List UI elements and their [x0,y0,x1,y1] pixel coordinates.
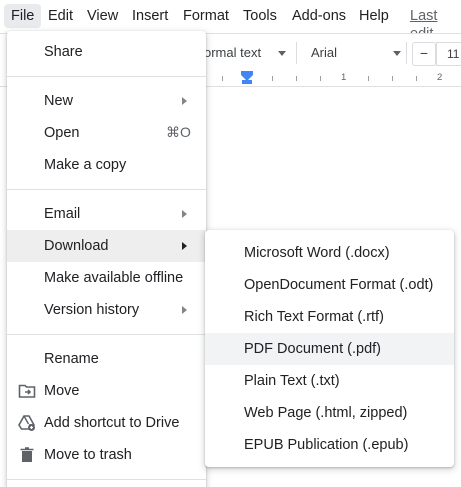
menu-bar: File Edit View Insert Format Tools Add-o… [0,0,461,42]
font-size-input[interactable]: 11 [436,42,461,66]
keyboard-shortcut: ⌘O [166,124,191,140]
menu-item-open[interactable]: Open ⌘O [7,117,206,149]
font-family-select[interactable]: Arial [311,45,337,60]
menu-item-rename[interactable]: Rename [7,343,206,375]
menu-item-label: Make available offline [44,270,184,286]
menu-insert[interactable]: Insert [132,7,168,25]
menu-item-label: Download [44,238,109,254]
menu-item-label: Web Page (.html, zipped) [244,405,408,421]
first-line-indent-icon[interactable] [242,80,252,84]
menu-edit[interactable]: Edit [48,7,73,25]
ruler-tick [296,76,297,81]
chevron-right-icon [182,242,187,250]
menu-file[interactable]: File [4,4,42,28]
move-to-folder-icon [18,384,36,398]
menu-item-label: Rich Text Format (.rtf) [244,309,384,325]
ruler-tick [320,76,321,81]
menu-item-add-shortcut[interactable]: Add shortcut to Drive [7,407,206,439]
menu-item-label: Add shortcut to Drive [44,415,180,431]
menu-item-label: Share [44,44,83,60]
menu-tools[interactable]: Tools [243,7,277,25]
decrease-font-size-button[interactable]: − [412,42,436,66]
toolbar-divider [406,42,407,64]
download-submenu: Microsoft Word (.docx) OpenDocument Form… [205,230,454,467]
trash-icon [20,447,34,462]
menu-divider [7,334,206,335]
ruler-tick [368,76,369,81]
paragraph-style-select[interactable]: ormal text [204,45,261,60]
menu-item-label: Make a copy [44,157,127,173]
chevron-right-icon [182,210,187,218]
menu-addons[interactable]: Add-ons [292,7,346,25]
menu-divider [7,189,206,190]
menu-item-label: EPUB Publication (.epub) [244,437,409,453]
chevron-down-icon [278,51,286,56]
menu-divider [7,76,206,77]
menu-help[interactable]: Help [359,7,389,25]
menu-item-label: Microsoft Word (.docx) [244,245,390,261]
download-option-rtf[interactable]: Rich Text Format (.rtf) [205,301,454,333]
file-menu: Share New Open ⌘O Make a copy Email Down… [7,31,206,487]
download-option-epub[interactable]: EPUB Publication (.epub) [205,429,454,461]
ruler-label: 1 [341,72,347,83]
drive-shortcut-icon [18,415,35,431]
menu-item-move[interactable]: Move [7,375,206,407]
menu-item-share[interactable]: Share [7,36,206,68]
menu-item-new[interactable]: New [7,85,206,117]
ruler-tick [392,76,393,81]
menu-item-label: Open [44,125,80,141]
chevron-down-icon [393,51,401,56]
menu-item-label: Move [44,383,80,399]
download-option-docx[interactable]: Microsoft Word (.docx) [205,237,454,269]
download-option-html[interactable]: Web Page (.html, zipped) [205,397,454,429]
chevron-right-icon [182,306,187,314]
download-option-pdf[interactable]: PDF Document (.pdf) [205,333,454,365]
download-option-odt[interactable]: OpenDocument Format (.odt) [205,269,454,301]
ruler-label: 2 [437,72,443,83]
menu-item-move-trash[interactable]: Move to trash [7,439,206,471]
chevron-right-icon [182,97,187,105]
ruler-tick [416,76,417,81]
menu-item-label: Email [44,206,81,222]
menu-item-label: OpenDocument Format (.odt) [244,277,434,293]
menu-item-label: PDF Document (.pdf) [244,341,381,357]
menu-view[interactable]: View [87,7,118,25]
menu-item-download[interactable]: Download [7,230,206,262]
download-option-txt[interactable]: Plain Text (.txt) [205,365,454,397]
menu-item-label: New [44,93,74,109]
menu-item-label: Version history [44,302,140,318]
menu-item-make-offline[interactable]: Make available offline [7,262,206,294]
menu-item-email[interactable]: Email [7,198,206,230]
menu-format[interactable]: Format [183,7,229,25]
menu-item-version-history[interactable]: Version history [7,294,206,326]
menu-divider [7,479,206,480]
ruler-tick [222,76,223,81]
menu-item-label: Move to trash [44,447,132,463]
ruler-tick [272,76,273,81]
menu-item-label: Plain Text (.txt) [244,373,340,389]
toolbar-divider [296,42,297,64]
menu-item-make-copy[interactable]: Make a copy [7,149,206,181]
menu-item-label: Rename [44,351,99,367]
